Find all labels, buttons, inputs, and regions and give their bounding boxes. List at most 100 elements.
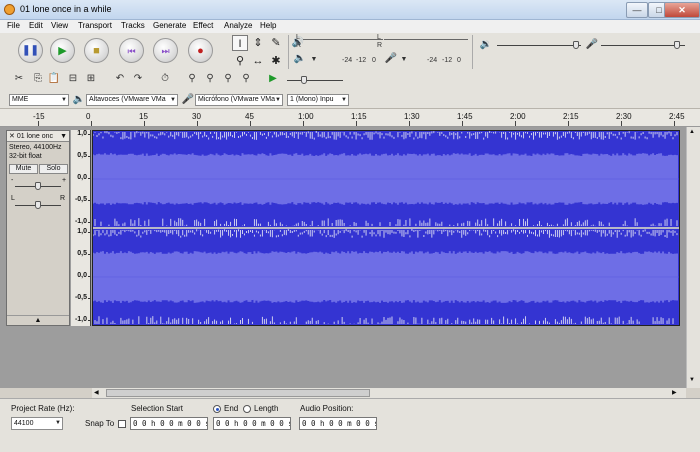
skip-start-icon: ⏮ [127,46,136,56]
chevron-down-icon: ▼ [275,97,281,103]
amplitude-tick [88,276,90,277]
output-device-select[interactable]: Altavoces (VMware VMa ▼ [86,94,178,106]
speaker-icon: 🔈 [72,94,86,105]
selection-end-time[interactable]: 0 0 h 0 0 m 0 0 s [213,417,291,430]
trim-icon[interactable]: ⊟ [66,72,80,86]
amplitude-tick [88,320,90,321]
timeshift-tool-icon[interactable]: ↔ [250,53,266,69]
meter-db-b: -12 [442,57,453,64]
scroll-up-icon[interactable]: ▲ [689,129,695,135]
ruler-tick [462,121,463,126]
meter-left-label: L [377,34,381,41]
input-channels-select[interactable]: 1 (Mono) Inpu ▼ [287,94,349,106]
envelope-tool-icon[interactable]: ⇕ [250,35,266,51]
meter-db-a: -24 [427,57,438,64]
scroll-right-icon[interactable]: ▶ [672,389,677,396]
amplitude-label: -1,0 [74,316,87,323]
end-label: End [224,404,239,413]
ruler-tick [409,121,410,126]
scroll-down-icon[interactable]: ▼ [689,377,695,383]
copy-icon[interactable]: ⎘ [31,72,45,86]
gain-slider[interactable] [35,182,41,190]
stop-button[interactable]: ■ [84,38,109,63]
amplitude-label: -1,0 [74,218,87,225]
separator [472,35,473,69]
amplitude-tick [88,222,90,223]
meter-dropdown-icon[interactable]: ▼ [307,53,321,67]
draw-tool-icon[interactable]: ✎ [268,35,284,51]
speaker-icon[interactable]: 🔈 [293,52,307,66]
amplitude-tick [88,156,90,157]
pause-button[interactable]: ❚❚ [18,38,43,63]
audio-host-select[interactable]: MME ▼ [9,94,69,106]
zoom-tool-icon[interactable]: ⚲ [232,53,248,69]
menu-view[interactable]: View [51,21,68,30]
record-volume-icon: 🎤 [585,39,599,50]
collapse-track-button[interactable]: ▲ [7,315,69,325]
project-rate-label: Project Rate (Hz): [11,404,75,413]
menu-effect[interactable]: Effect [193,21,213,30]
amplitude-label: -0,5 [74,294,87,301]
selection-end-value: 0 0 h 0 0 m 0 0 s [216,419,291,428]
zoom-out-icon[interactable]: ⚲ [203,72,217,86]
selection-tool-icon[interactable]: I [232,35,248,51]
amplitude-label: 1,0 [77,228,87,235]
menu-help[interactable]: Help [260,21,276,30]
menu-analyze[interactable]: Analyze [224,21,252,30]
close-button[interactable]: ✕ [664,2,700,18]
selection-start-label: Selection Start [131,404,184,413]
ruler-label: 1:00 [298,112,314,121]
zoom-in-icon[interactable]: ⚲ [185,72,199,86]
mute-button[interactable]: Mute [9,164,38,174]
fit-project-icon[interactable]: ⚲ [239,72,253,86]
silence-icon[interactable]: ⊞ [84,72,98,86]
length-radio[interactable] [243,405,251,413]
scroll-left-icon[interactable]: ◀ [94,389,99,396]
close-icon[interactable]: ✕ [9,133,17,140]
track-name-menu[interactable]: ✕ 01 lone onc ▼ [7,131,69,142]
tools-icon[interactable]: ✂ [12,72,26,86]
redo-icon[interactable]: ↷ [131,72,145,86]
multi-tool-icon[interactable]: ✱ [268,53,284,69]
sync-lock-icon[interactable]: ⏱ [158,72,172,86]
play-button[interactable]: ▶ [50,38,75,63]
input-device-select[interactable]: Micrófono (VMware VMa ▼ [195,94,283,106]
record-volume-slider[interactable] [674,41,680,49]
amplitude-label: 0,0 [77,174,87,181]
minimize-button[interactable]: — [626,2,648,18]
pan-slider[interactable] [35,201,41,209]
headphones-icon [4,4,15,15]
menu-file[interactable]: File [7,21,20,30]
skip-to-start-button[interactable]: ⏮ [119,38,144,63]
fit-selection-icon[interactable]: ⚲ [221,72,235,86]
ruler-tick [303,121,304,126]
track-control-panel: ✕ 01 lone onc ▼ Stereo, 44100Hz 32-bit fl… [6,130,70,326]
horizontal-scrollbar[interactable]: ◀ ▶ [92,388,686,398]
meter-right-label: R [296,42,302,49]
skip-to-end-button[interactable]: ⏭ [153,38,178,63]
waveform-display[interactable] [92,130,680,326]
playback-volume-slider[interactable] [573,41,579,49]
play-at-speed-icon[interactable]: ▶ [266,72,280,86]
paste-icon[interactable]: 📋 [47,72,61,86]
timeline-ruler[interactable]: -15 0 15 30 45 1:00 1:15 1:30 1:45 2:00 2:15 2:30 2:… [0,109,700,127]
menu-generate[interactable]: Generate [153,21,186,30]
playback-volume-icon: 🔉 [479,39,493,50]
microphone-icon[interactable]: 🎤 [384,52,398,66]
vertical-scrollbar[interactable]: ▲ ▼ [686,127,700,388]
ruler-label: 30 [192,112,201,121]
record-button[interactable]: ● [188,38,213,63]
end-radio[interactable] [213,405,221,413]
solo-button[interactable]: Solo [39,164,68,174]
menu-tracks[interactable]: Tracks [121,21,145,30]
menu-transport[interactable]: Transport [78,21,112,30]
audio-position-time[interactable]: 0 0 h 0 0 m 0 0 s [299,417,377,430]
menu-edit[interactable]: Edit [29,21,43,30]
meter-dropdown-icon[interactable]: ▼ [397,53,411,67]
project-rate-select[interactable]: 44100 ▼ [11,417,63,430]
snap-to-checkbox[interactable] [118,420,126,428]
play-speed-slider[interactable] [301,76,307,84]
horizontal-scroll-thumb[interactable] [106,389,370,397]
undo-icon[interactable]: ↶ [113,72,127,86]
selection-start-time[interactable]: 0 0 h 0 0 m 0 0 s [130,417,208,430]
